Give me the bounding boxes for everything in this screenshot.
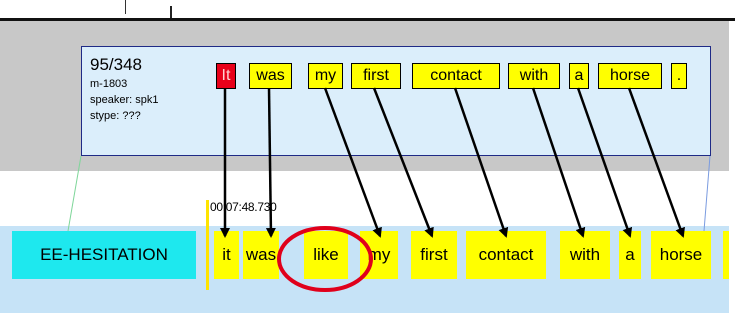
segment-stype: stype: ???	[90, 110, 141, 122]
timeline-token[interactable]: my	[360, 231, 398, 279]
timeline-token[interactable]: it	[214, 231, 239, 279]
segment-box[interactable]: 95/348 m-1803 speaker: spk1 stype: ??? I…	[81, 46, 711, 156]
top-toolbar	[0, 0, 735, 21]
timeline-token[interactable]: first	[411, 231, 457, 279]
word-token[interactable]: a	[569, 63, 589, 89]
segment-speaker: speaker: spk1	[90, 94, 159, 106]
ruler-tick	[170, 6, 172, 18]
right-margin	[729, 21, 735, 313]
timeline-token[interactable]: horse	[651, 231, 711, 279]
word-token[interactable]: my	[308, 63, 343, 89]
alignment-editor: 95/348 m-1803 speaker: spk1 stype: ??? I…	[0, 0, 735, 313]
timeline-token-partial	[723, 231, 729, 279]
timeline-token[interactable]: like	[304, 231, 348, 279]
word-token[interactable]: contact	[412, 63, 500, 89]
segment-number: 95/348	[90, 55, 142, 74]
time-cursor[interactable]	[206, 200, 209, 290]
word-token-punct[interactable]: .	[671, 63, 687, 89]
panel-gap	[0, 171, 735, 226]
word-token-error[interactable]: It	[216, 63, 236, 89]
timeline-token[interactable]: was	[243, 231, 279, 279]
cursor-timestamp: 00:07:48.730	[210, 200, 277, 214]
word-token[interactable]: was	[249, 63, 292, 89]
toolbar-divider	[125, 0, 126, 14]
word-token[interactable]: horse	[598, 63, 662, 89]
word-token[interactable]: with	[508, 63, 560, 89]
segment-id: m-1803	[90, 78, 128, 90]
word-token[interactable]: first	[351, 63, 401, 89]
timeline-token[interactable]: with	[560, 231, 610, 279]
timeline-token[interactable]: a	[619, 231, 641, 279]
timeline-token[interactable]: contact	[466, 231, 546, 279]
hesitation-label[interactable]: EE-HESITATION	[12, 231, 196, 279]
